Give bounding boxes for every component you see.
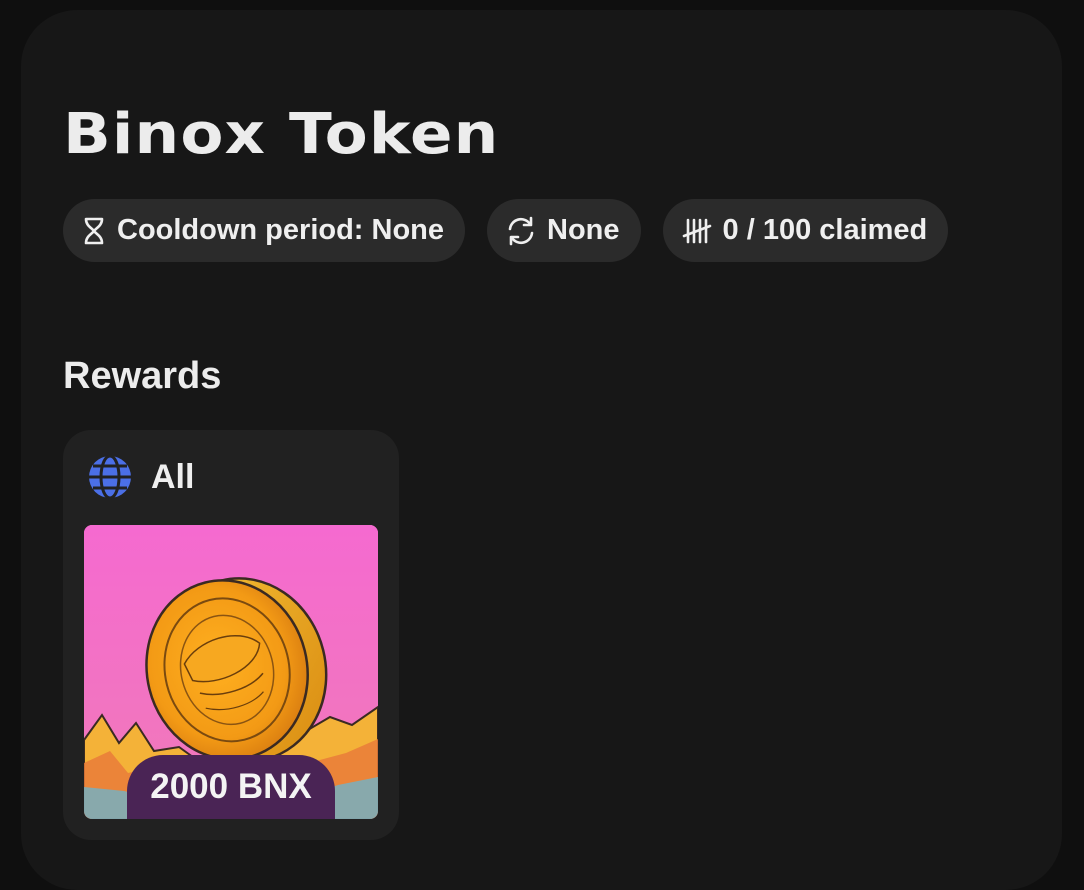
refresh-icon: [508, 216, 534, 245]
rewards-heading: Rewards: [63, 355, 222, 397]
reward-image[interactable]: 2000 BNX: [84, 525, 378, 819]
frequency-chip: None: [487, 199, 641, 262]
page-title: Binox Token: [63, 102, 500, 167]
hourglass-icon: [84, 217, 104, 244]
frequency-label: None: [547, 214, 620, 246]
info-chips: Cooldown period: None None 0 / 100 claim…: [63, 199, 949, 262]
claimed-label: 0 / 100 claimed: [722, 214, 928, 246]
claimed-chip: 0 / 100 claimed: [662, 199, 949, 262]
cooldown-label: Cooldown period: None: [117, 214, 445, 246]
globe-icon: [89, 454, 131, 500]
reward-amount-badge: 2000 BNX: [127, 755, 335, 819]
reward-card[interactable]: All 2000 BNX: [63, 430, 399, 840]
region-label: All: [151, 457, 195, 496]
cooldown-chip: Cooldown period: None: [63, 199, 466, 262]
tally-marks-icon: [682, 218, 711, 243]
reward-region: All: [87, 454, 194, 500]
